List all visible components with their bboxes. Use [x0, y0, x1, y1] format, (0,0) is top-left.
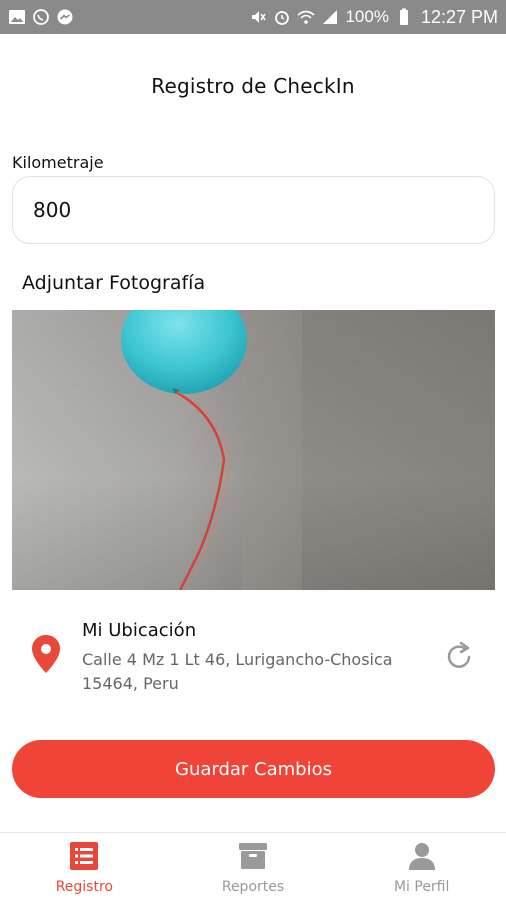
wifi-icon: [297, 8, 315, 26]
attached-photo[interactable]: [12, 310, 495, 590]
whatsapp-icon: [32, 8, 50, 26]
nav-item-mi-perfil[interactable]: Mi Perfil: [337, 833, 506, 900]
clock: 12:27 PM: [420, 6, 498, 27]
messenger-icon: [56, 8, 74, 26]
kilometraje-label: Kilometraje: [12, 153, 104, 172]
signal-icon: [321, 8, 339, 26]
archive-icon: [239, 843, 267, 869]
alarm-icon: [273, 8, 291, 26]
location-title: Mi Ubicación: [82, 620, 197, 641]
status-bar-notifications: [8, 8, 74, 26]
battery-icon: [395, 8, 413, 26]
nav-label-registro: Registro: [55, 879, 113, 895]
location-address: Calle 4 Mz 1 Lt 46, Lurigancho-Chosica 1…: [82, 650, 393, 693]
bottom-nav: Registro Reportes Mi Perfil: [0, 832, 506, 900]
status-bar: 100% 12:27 PM: [0, 0, 506, 34]
page-title: Registro de CheckIn: [151, 74, 355, 98]
image-icon: [8, 8, 26, 26]
save-button[interactable]: Guardar Cambios: [12, 740, 495, 798]
location-pin-icon: [32, 635, 60, 673]
refresh-icon[interactable]: [444, 640, 476, 672]
list-icon: [70, 842, 99, 870]
kilometraje-input[interactable]: [12, 176, 495, 244]
mute-icon: [249, 8, 267, 26]
person-icon: [408, 843, 435, 870]
location-section: Mi Ubicación Calle 4 Mz 1 Lt 46, Lurigan…: [0, 612, 506, 702]
battery-percent: 100%: [345, 7, 389, 26]
nav-item-registro[interactable]: Registro: [0, 833, 169, 900]
photo-label: Adjuntar Fotografía: [22, 272, 206, 294]
status-bar-system: 100% 12:27 PM: [249, 7, 498, 28]
nav-label-reportes: Reportes: [221, 879, 285, 895]
nav-item-reportes[interactable]: Reportes: [169, 833, 338, 900]
nav-label-mi-perfil: Mi Perfil: [393, 879, 450, 895]
